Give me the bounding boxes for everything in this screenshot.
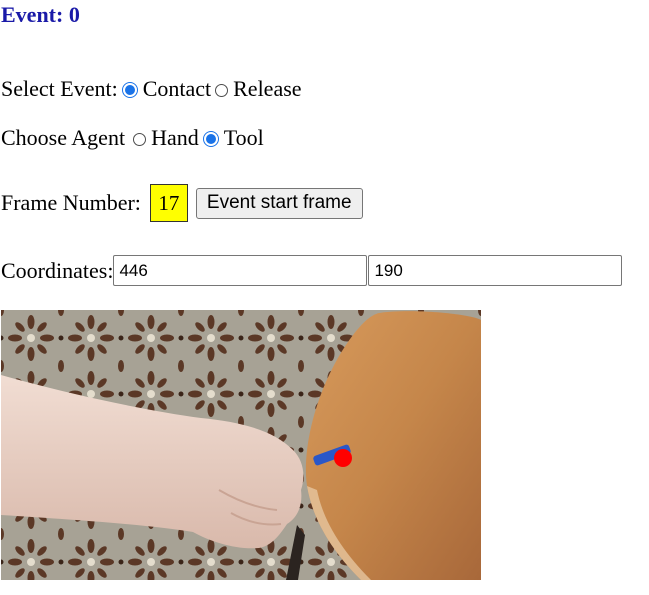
tool-label[interactable]: Tool [224,125,264,151]
event-start-frame-button[interactable]: Event start frame [195,187,363,219]
coordinate-x-input[interactable] [113,255,368,286]
select-event-row: Select Event: Contact Release [1,76,302,102]
frame-number-value: 17 [149,184,188,222]
coordinates-row: Coordinates: [1,255,623,286]
hand-radio[interactable] [133,132,147,146]
select-event-label: Select Event: [1,76,118,101]
release-radio[interactable] [215,83,229,97]
choose-agent-label: Choose Agent [1,125,126,150]
choose-agent-row: Choose Agent Hand Tool [1,125,264,151]
coordinates-label: Coordinates: [1,257,114,283]
tool-radio[interactable] [202,131,219,147]
hand-label[interactable]: Hand [151,125,199,151]
release-label[interactable]: Release [233,76,301,102]
video-frame[interactable] [1,310,481,580]
radio-dot [205,134,216,144]
event-header: Event: 0 [1,2,80,27]
contact-label[interactable]: Contact [143,76,211,102]
contact-radio[interactable] [121,82,138,98]
coordinate-y-input[interactable] [368,255,623,286]
radio-dot [124,85,135,95]
frame-number-row: Frame Number: 17 Event start frame [1,184,363,222]
contact-point-marker [334,449,352,467]
frame-number-label: Frame Number: [1,190,141,215]
